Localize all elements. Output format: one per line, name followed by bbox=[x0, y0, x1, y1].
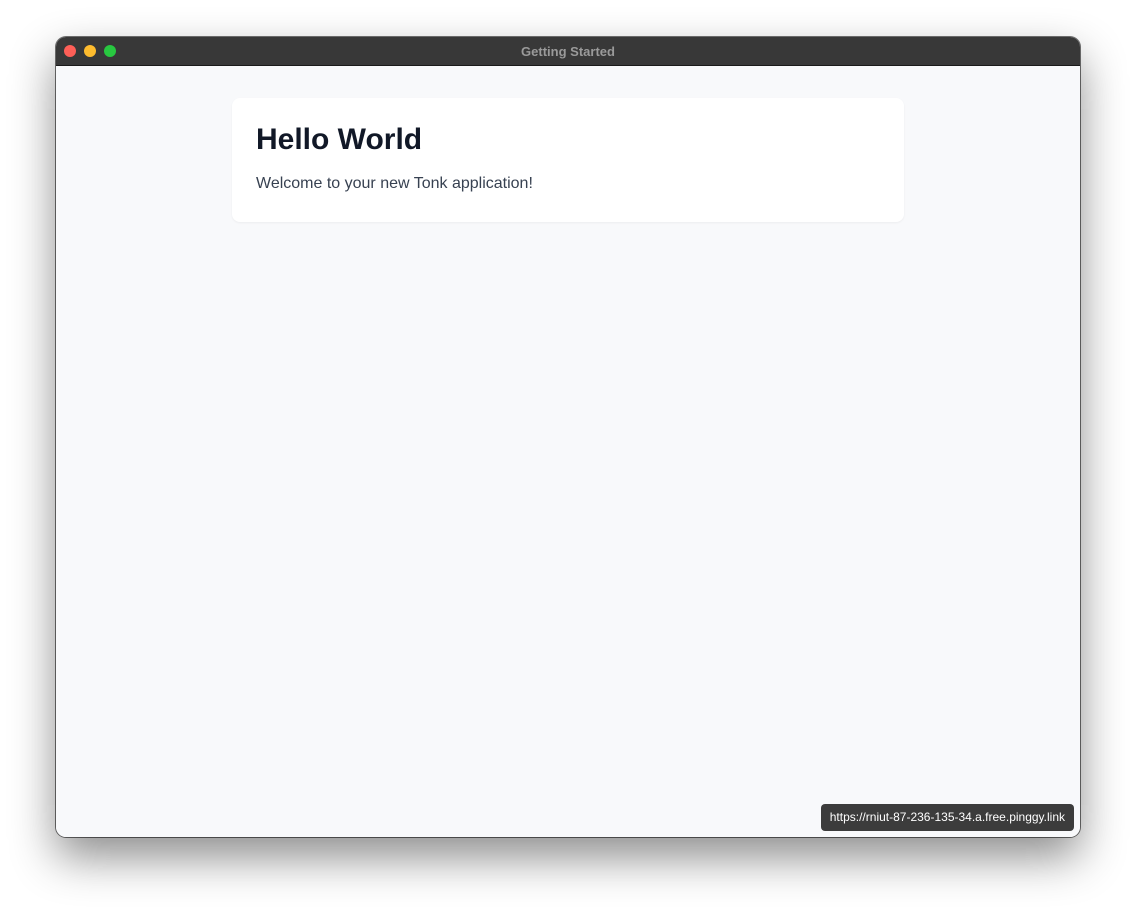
title-bar[interactable]: Getting Started bbox=[56, 37, 1080, 66]
page-content: Hello World Welcome to your new Tonk app… bbox=[56, 66, 1080, 837]
window-title: Getting Started bbox=[521, 44, 615, 59]
page-heading: Hello World bbox=[256, 123, 423, 156]
welcome-message: Welcome to your new Tonk application! bbox=[256, 175, 533, 192]
welcome-card: Hello World Welcome to your new Tonk app… bbox=[232, 98, 904, 222]
link-status-url: https://rniut-87-236-135-34.a.free.pingg… bbox=[820, 804, 1074, 831]
app-window: Getting Started Hello World Welcome to y… bbox=[56, 37, 1080, 837]
